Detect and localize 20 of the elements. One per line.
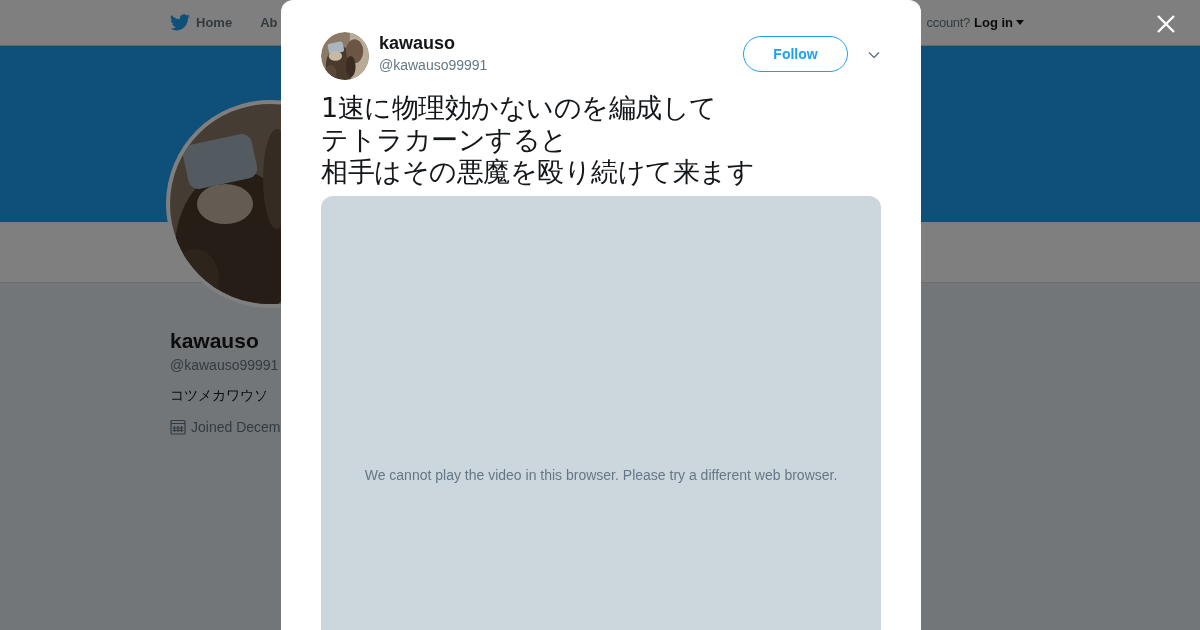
tweet-text-line: テトラカーンすると [321, 124, 568, 156]
joined-date: Joined Decem [191, 419, 281, 435]
tweet-text-line: 相手はその悪魔を殴り続けて来ます [321, 156, 754, 188]
bird-icon [170, 14, 190, 31]
login-link[interactable]: Log in [974, 15, 1024, 30]
caret-icon [1016, 20, 1024, 25]
tweet-text-line: 1速に物理効かないのを編成して [321, 92, 717, 124]
nav-link[interactable]: Home [170, 14, 233, 31]
video-message: We cannot play the video in this browser. Please try a different web browser. [364, 467, 838, 483]
close-button[interactable] [1155, 13, 1177, 35]
chevron-icon[interactable] [868, 51, 880, 59]
calendar-icon [170, 419, 186, 435]
follow-button[interactable]: Follow [743, 36, 848, 72]
author-handle: @kawauso99991 [379, 57, 488, 73]
profile-handle: @kawauso99991 [170, 357, 279, 373]
account-prompt: ccount? [926, 15, 970, 30]
profile-bio: コツメカワウソ [170, 387, 268, 405]
author-name: kawauso [379, 33, 456, 54]
nav-link[interactable]: Ab [260, 15, 278, 30]
profile-name: kawauso [170, 329, 259, 353]
